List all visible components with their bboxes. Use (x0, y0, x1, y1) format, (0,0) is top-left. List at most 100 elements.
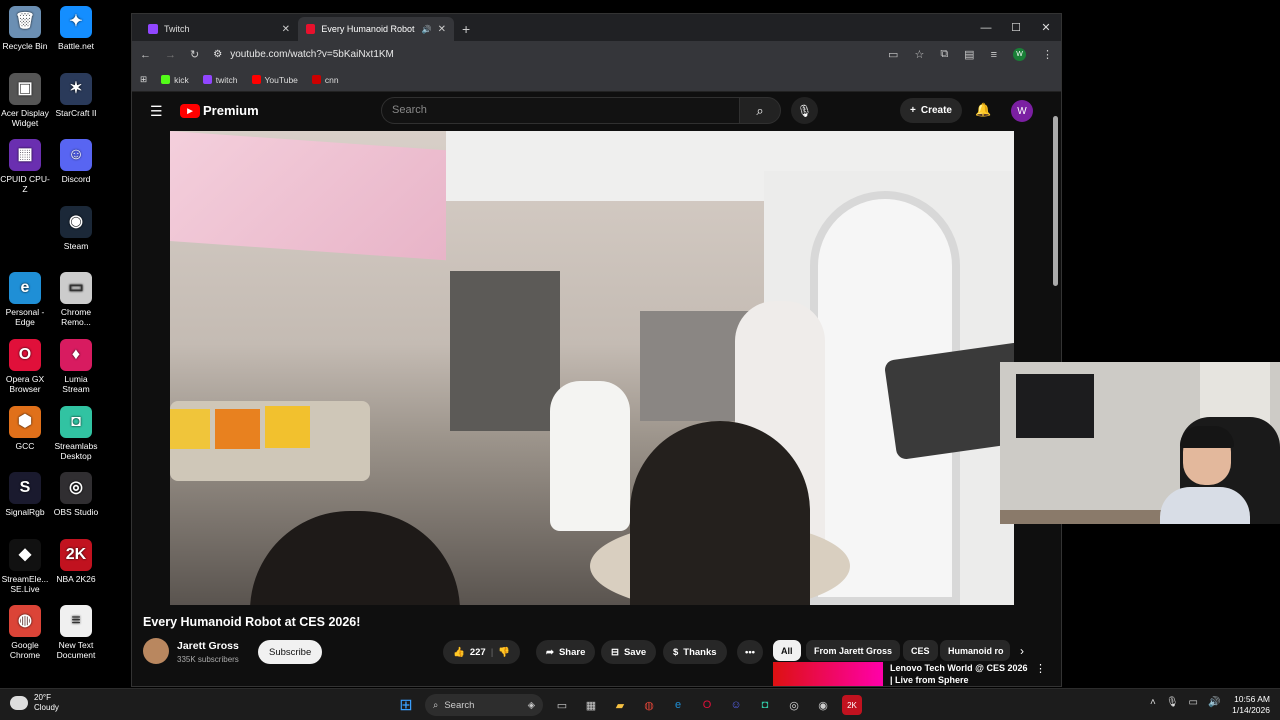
bookmark-kick[interactable]: kick (161, 75, 189, 85)
desktop-icon[interactable]: ⬢ GCC (0, 406, 50, 451)
steam-icon[interactable]: ◉ (813, 695, 833, 715)
recommended-thumbnail[interactable] (773, 662, 883, 686)
desktop-icon[interactable]: 🗑 Recycle Bin (0, 6, 50, 51)
chip-humanoid[interactable]: Humanoid ro (940, 640, 1010, 661)
desktop-icon[interactable]: O Opera GX Browser (0, 339, 50, 394)
bookmark-twitch[interactable]: twitch (202, 75, 238, 85)
site-info-icon[interactable]: ⚙ (213, 49, 222, 60)
create-button[interactable]: + Create (900, 98, 962, 123)
subscribe-button[interactable]: Subscribe (258, 640, 323, 664)
share-button[interactable]: ➦ Share (536, 640, 596, 664)
desktop-icon[interactable]: ▣ Acer Display Widget (0, 73, 50, 128)
microphone-icon[interactable]: 🎙 (1166, 697, 1179, 708)
search-icon[interactable]: ⌕ (739, 97, 781, 124)
desktop-icon[interactable]: ≡ New Text Document (51, 605, 101, 660)
like-button[interactable]: 👍 227 | 👎 (443, 640, 521, 664)
more-actions-button[interactable]: ••• (737, 640, 763, 664)
system-clock[interactable]: 10:56 AM 1/14/2026 (1226, 694, 1270, 716)
kebab-menu-icon[interactable]: ⋮ (1035, 662, 1046, 675)
chip-all[interactable]: All (773, 640, 801, 661)
nba-2k-icon[interactable]: 2K (842, 695, 862, 715)
split-view-icon[interactable]: ▤ (964, 48, 974, 61)
desktop-icon[interactable]: ✶ StarCraft II (51, 73, 101, 118)
microphone-icon[interactable]: 🎙 (791, 97, 818, 124)
scrollbar-thumb[interactable] (1053, 116, 1058, 286)
streamlabs-icon[interactable]: ◘ (755, 695, 775, 715)
new-tab-icon[interactable]: + (462, 21, 470, 37)
close-tab-icon[interactable]: ✕ (438, 24, 446, 35)
channel-name[interactable]: Jarett Gross (177, 640, 239, 652)
reload-icon[interactable]: ↻ (190, 48, 199, 61)
weather-widget[interactable]: 20°F Cloudy (10, 693, 59, 713)
cast-icon[interactable]: ▭ (888, 48, 898, 61)
save-button[interactable]: ⊟ Save (601, 640, 657, 664)
bookmark-youtube[interactable]: YouTube (251, 75, 298, 85)
notifications-bell-icon[interactable]: 🔔 (975, 102, 991, 118)
recommended-title[interactable]: Lenovo Tech World @ CES 2026 | Live from… (890, 662, 1030, 686)
bookmark-cnn[interactable]: cnn (311, 75, 339, 85)
chevron-up-icon[interactable]: ˄ (1150, 697, 1156, 708)
thumbs-down-icon[interactable]: 👎 (498, 647, 510, 658)
back-icon[interactable]: ← (140, 49, 151, 61)
maximize-icon[interactable]: ☐ (1001, 14, 1031, 41)
bookmark-star-icon[interactable]: ☆ (914, 48, 924, 61)
recommended-video[interactable]: Lenovo Tech World @ CES 2026 | Live from… (773, 662, 1046, 686)
thanks-button[interactable]: $ Thanks (663, 640, 727, 664)
desktop-icon[interactable]: ◍ Google Chrome (0, 605, 50, 660)
widgets-icon[interactable]: ▦ (581, 695, 601, 715)
desktop-icon[interactable]: e Personal - Edge (0, 272, 50, 327)
hamburger-menu-icon[interactable]: ☰ (150, 103, 163, 120)
tab-youtube[interactable]: Every Humanoid Robot at C 🔊 ✕ (298, 17, 454, 41)
close-window-icon[interactable]: ✕ (1031, 14, 1061, 41)
kebab-menu-icon[interactable]: ⋮ (1042, 48, 1053, 61)
desktop-icon[interactable]: ▦ CPUID CPU-Z (0, 139, 50, 194)
windows-start-icon[interactable]: ⊞ (396, 695, 416, 715)
forward-icon[interactable]: → (165, 49, 176, 61)
chip-ces[interactable]: CES (903, 640, 938, 661)
like-count: 227 (469, 646, 486, 658)
reading-list-icon[interactable]: ≡ (991, 49, 997, 61)
desktop-icon[interactable]: 2K NBA 2K26 (51, 539, 101, 584)
chip-from-channel[interactable]: From Jarett Gross (806, 640, 901, 661)
network-icon[interactable]: ▭ (1189, 697, 1198, 708)
video-scene-spectator (250, 511, 460, 605)
taskbar-search[interactable]: ⌕ Search ◈ (425, 694, 543, 716)
desktop-icon[interactable]: ♦ Lumia Stream (51, 339, 101, 394)
desktop-icon[interactable]: ◉ Steam (51, 206, 101, 251)
tab-label: Every Humanoid Robot at C (321, 24, 415, 34)
search-input[interactable]: Search (381, 97, 740, 124)
extensions-icon[interactable]: ⧉ (940, 48, 948, 61)
desktop-icon[interactable]: ▭ Chrome Remo... (51, 272, 101, 327)
app-icon: ◎ (60, 472, 92, 504)
video-player[interactable] (170, 131, 1014, 605)
desktop-icon[interactable]: S SignalRgb (0, 472, 50, 517)
volume-icon[interactable]: 🔊 (1208, 697, 1220, 708)
desktop-icon[interactable]: ◆ StreamEle... SE.Live (0, 539, 50, 594)
taskbar: 20°F Cloudy ⊞ ⌕ Search ◈ ▭ ▦ ▰ ◍ e O ☺ ◘ ◎ … (0, 688, 1280, 720)
apps-grid-icon[interactable]: ⊞ (140, 74, 147, 85)
file-explorer-icon[interactable]: ▰ (610, 695, 630, 715)
desktop-icon[interactable]: ◎ OBS Studio (51, 472, 101, 517)
chevron-right-icon[interactable]: › (1020, 644, 1024, 658)
youtube-premium-logo[interactable]: ▶ Premium (180, 103, 259, 118)
desktop-icon[interactable]: ✦ Battle.net (51, 6, 101, 51)
discord-icon[interactable]: ☺ (726, 695, 746, 715)
user-avatar[interactable]: W (1011, 100, 1033, 122)
profile-avatar[interactable]: W (1013, 48, 1026, 61)
url-field[interactable]: ⚙ youtube.com/watch?v=5bKaiNxt1KM (213, 49, 874, 60)
channel-avatar[interactable] (143, 638, 169, 664)
search-highlight-icon: ◈ (527, 699, 535, 711)
desktop-icon[interactable]: ◘ Streamlabs Desktop (51, 406, 101, 461)
close-tab-icon[interactable]: ✕ (282, 24, 290, 35)
minimize-icon[interactable]: — (971, 14, 1001, 41)
app-icon: ◘ (60, 406, 92, 438)
divider: | (490, 646, 494, 658)
opera-gx-icon[interactable]: O (697, 695, 717, 715)
tab-twitch[interactable]: Twitch ✕ (140, 17, 298, 41)
desktop-icon[interactable]: ☺ Discord (51, 139, 101, 184)
edge-icon[interactable]: e (668, 695, 688, 715)
speaker-icon[interactable]: 🔊 (422, 25, 432, 34)
task-view-icon[interactable]: ▭ (552, 695, 572, 715)
chrome-icon[interactable]: ◍ (639, 695, 659, 715)
obs-icon[interactable]: ◎ (784, 695, 804, 715)
